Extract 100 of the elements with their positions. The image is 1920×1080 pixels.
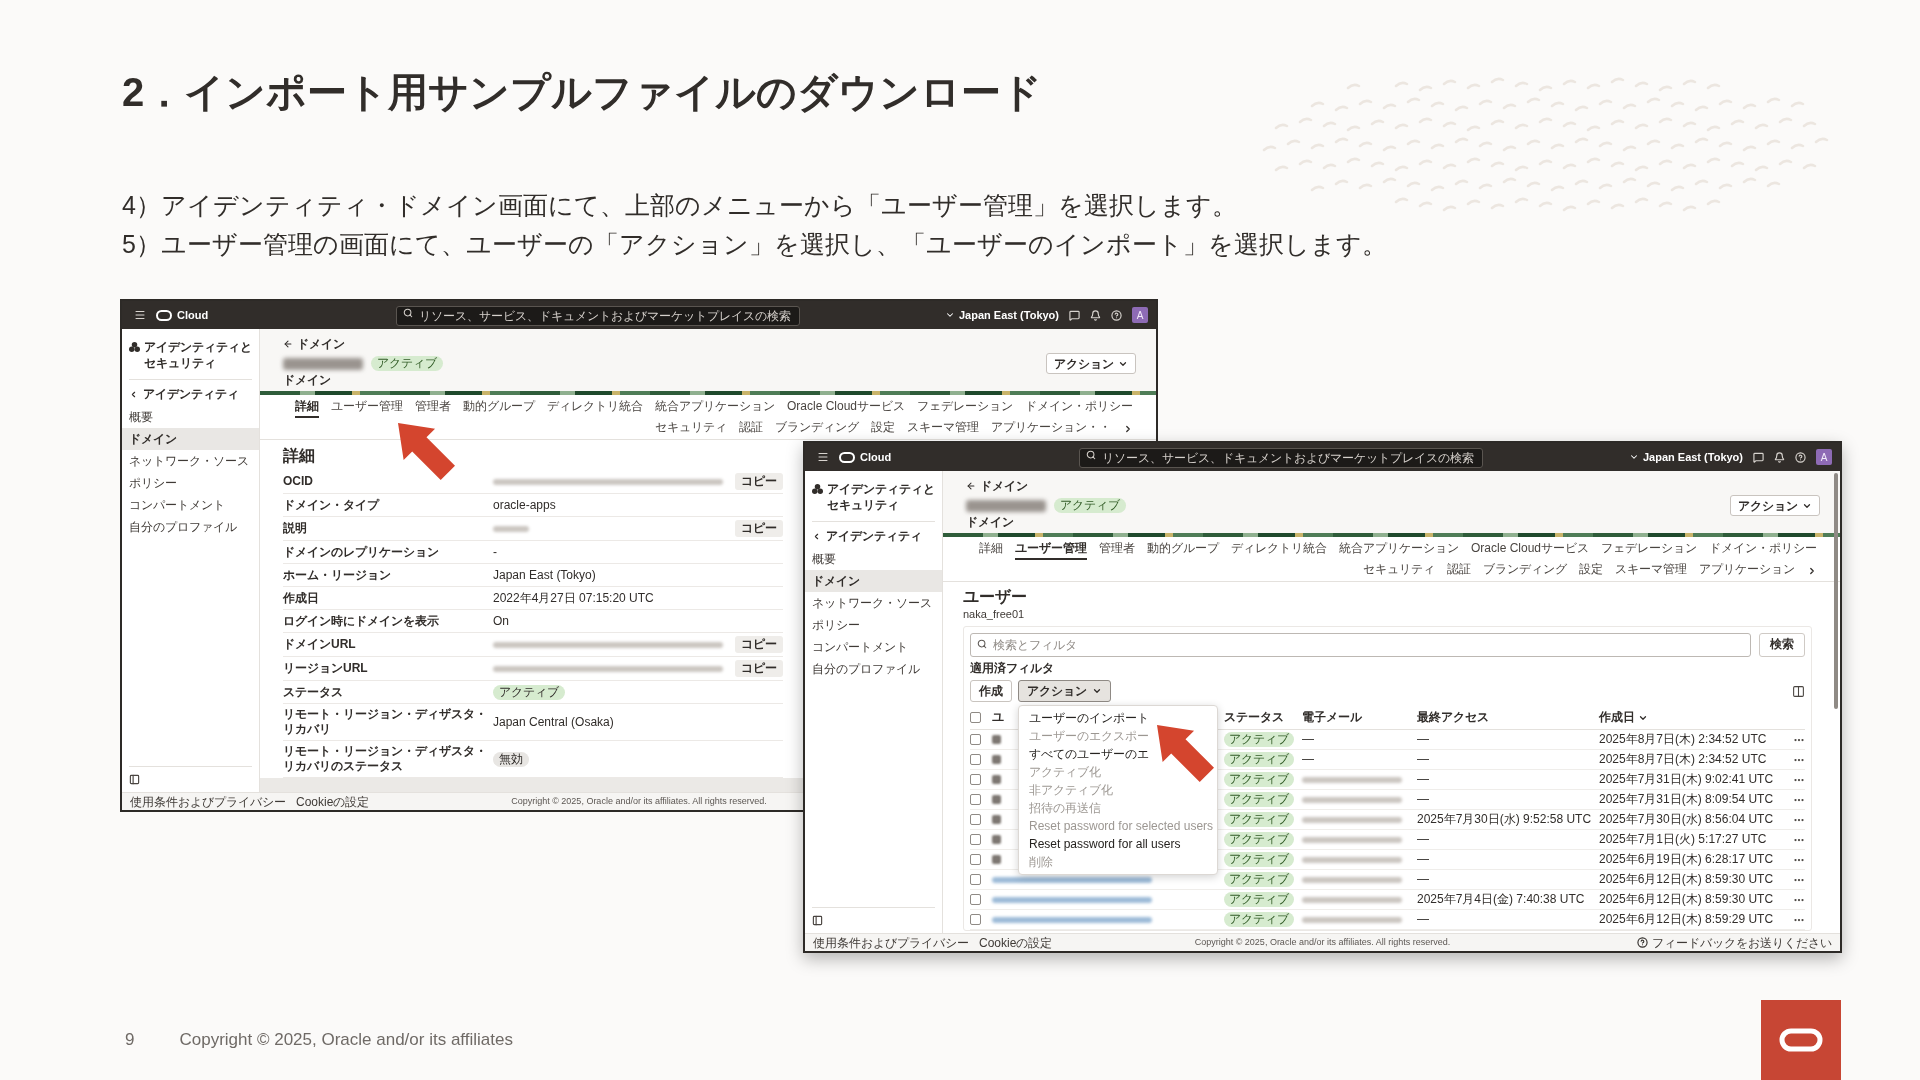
sidebar-item[interactable]: 概要 — [805, 548, 942, 570]
menu-icon[interactable] — [134, 309, 146, 321]
chat-icon[interactable] — [1069, 309, 1080, 321]
tab[interactable]: アプリケーション — [1699, 562, 1795, 581]
tab[interactable]: 動的グループ — [1146, 541, 1219, 560]
chat-icon[interactable] — [1753, 451, 1764, 463]
tab[interactable]: ユーザー管理 — [330, 399, 403, 418]
search-button[interactable]: 検索 — [1759, 632, 1805, 657]
bell-icon[interactable] — [1090, 309, 1101, 321]
panel-toggle-icon[interactable] — [812, 915, 823, 926]
checkbox[interactable] — [970, 774, 981, 785]
tab[interactable]: セキュリティ — [655, 420, 727, 439]
sidebar-item[interactable]: ポリシー — [805, 614, 942, 636]
tab[interactable]: 動的グループ — [462, 399, 535, 418]
checkbox[interactable] — [970, 834, 981, 845]
tab[interactable]: 詳細 — [978, 541, 1003, 560]
avatar[interactable]: A — [1132, 307, 1148, 323]
back-link[interactable]: アイデンティティ — [129, 387, 239, 402]
menu-item[interactable]: Reset password for all users — [1029, 836, 1181, 852]
tab[interactable]: ディレクトリ統合 — [1230, 541, 1327, 560]
tab[interactable]: ドメイン・ポリシー — [1025, 399, 1133, 418]
feedback-link[interactable]: フィードバックをお送りください — [1652, 935, 1832, 950]
tab[interactable]: 認証 — [739, 420, 763, 439]
copy-button[interactable]: コピー — [735, 473, 783, 490]
tab[interactable]: 設定 — [1579, 562, 1603, 581]
tab[interactable]: セキュリティ — [1363, 562, 1435, 581]
breadcrumb-link[interactable]: ドメイン — [283, 337, 345, 351]
logo-icon[interactable] — [156, 309, 172, 321]
footer-link[interactable]: Cookieの設定 — [296, 794, 370, 809]
toolbar-button[interactable]: 作成 — [970, 680, 1012, 702]
footer-link[interactable]: Cookieの設定 — [979, 935, 1053, 950]
checkbox[interactable] — [970, 914, 981, 925]
tab[interactable]: フェデレーション — [917, 399, 1013, 418]
tab[interactable]: ドメイン・ポリシー — [1709, 541, 1817, 560]
sidebar-item[interactable]: ドメイン — [122, 428, 259, 450]
sidebar-item[interactable]: ドメイン — [805, 570, 942, 592]
columns-icon[interactable] — [1792, 684, 1805, 698]
checkbox[interactable] — [970, 854, 981, 865]
column-header[interactable]: 電子メール — [1302, 710, 1362, 725]
tab[interactable]: 認証 — [1447, 562, 1471, 581]
menu-item[interactable]: ユーザーのインポート — [1029, 710, 1149, 726]
tab[interactable]: 詳細 — [294, 399, 319, 418]
sidebar-item[interactable]: ポリシー — [122, 472, 259, 494]
avatar[interactable]: A — [1816, 449, 1832, 465]
sidebar-item[interactable]: コンパートメント — [805, 636, 942, 658]
menu-item[interactable]: すべてのユーザーのエ — [1029, 746, 1149, 762]
sidebar-item[interactable]: コンパートメント — [122, 494, 259, 516]
checkbox[interactable] — [970, 894, 981, 905]
breadcrumb-link[interactable]: ドメイン — [966, 479, 1028, 493]
tab[interactable]: ディレクトリ統合 — [546, 399, 643, 418]
tab[interactable]: 統合アプリケーション — [1338, 541, 1459, 560]
tab[interactable]: 統合アプリケーション — [654, 399, 775, 418]
dropdown-button[interactable]: アクション — [1018, 680, 1111, 702]
sidebar-item[interactable]: ネットワーク・ソース — [805, 592, 942, 614]
tab[interactable]: フェデレーション — [1601, 541, 1697, 560]
checkbox[interactable] — [970, 814, 981, 825]
checkbox[interactable] — [970, 734, 981, 745]
back-link[interactable]: アイデンティティ — [812, 529, 922, 544]
tab[interactable]: 管理者 — [1098, 541, 1135, 560]
region-selector[interactable]: Japan East (Tokyo) — [944, 308, 1059, 322]
panel-toggle-icon[interactable] — [129, 774, 140, 785]
checkbox[interactable] — [970, 874, 981, 885]
menu-icon[interactable] — [817, 451, 829, 463]
footer-link[interactable]: 使用条件およびプライバシー — [130, 794, 286, 809]
logo-icon[interactable] — [839, 451, 855, 463]
column-header[interactable]: ステータス — [1224, 710, 1284, 725]
help-icon[interactable] — [1637, 937, 1648, 948]
column-header[interactable]: 作成日 — [1599, 710, 1648, 725]
search-field[interactable]: リソース、サービス、ドキュメントおよびマーケットプレイスの検索 — [396, 306, 800, 326]
sidebar-item[interactable]: 概要 — [122, 406, 259, 428]
chevron-right-icon[interactable] — [1807, 566, 1817, 576]
tab[interactable]: アプリケーション・・ — [991, 420, 1111, 439]
tab[interactable]: Oracle Cloudサービス — [786, 399, 905, 418]
checkbox[interactable] — [970, 712, 981, 723]
tab[interactable]: ブランディング — [1483, 562, 1567, 581]
sidebar-item[interactable]: ネットワーク・ソース — [122, 450, 259, 472]
bell-icon[interactable] — [1774, 451, 1785, 463]
column-header[interactable]: ユ — [992, 710, 1004, 725]
footer-link[interactable]: 使用条件およびプライバシー — [813, 935, 969, 950]
tab[interactable]: ユーザー管理 — [1014, 541, 1087, 560]
tab[interactable]: ブランディング — [775, 420, 859, 439]
copy-button[interactable]: コピー — [735, 636, 783, 653]
sidebar-item[interactable]: 自分のプロファイル — [805, 658, 942, 680]
column-header[interactable]: 最終アクセス — [1417, 710, 1489, 725]
copy-button[interactable]: コピー — [735, 520, 783, 537]
search-field[interactable]: リソース、サービス、ドキュメントおよびマーケットプレイスの検索 — [1079, 448, 1483, 468]
tab[interactable]: Oracle Cloudサービス — [1470, 541, 1589, 560]
region-selector[interactable]: Japan East (Tokyo) — [1628, 450, 1743, 464]
action-button[interactable]: アクション — [1730, 495, 1820, 516]
scrollbar[interactable] — [1834, 473, 1838, 709]
copy-button[interactable]: コピー — [735, 660, 783, 677]
tab[interactable]: スキーマ管理 — [907, 420, 979, 439]
sidebar-item[interactable]: 自分のプロファイル — [122, 516, 259, 538]
checkbox[interactable] — [970, 794, 981, 805]
tab[interactable]: スキーマ管理 — [1615, 562, 1687, 581]
checkbox[interactable] — [970, 754, 981, 765]
chevron-right-icon[interactable] — [1123, 424, 1133, 434]
search-field[interactable]: 検索とフィルタ — [970, 633, 1751, 657]
tab[interactable]: 管理者 — [414, 399, 451, 418]
action-button[interactable]: アクション — [1046, 353, 1136, 374]
